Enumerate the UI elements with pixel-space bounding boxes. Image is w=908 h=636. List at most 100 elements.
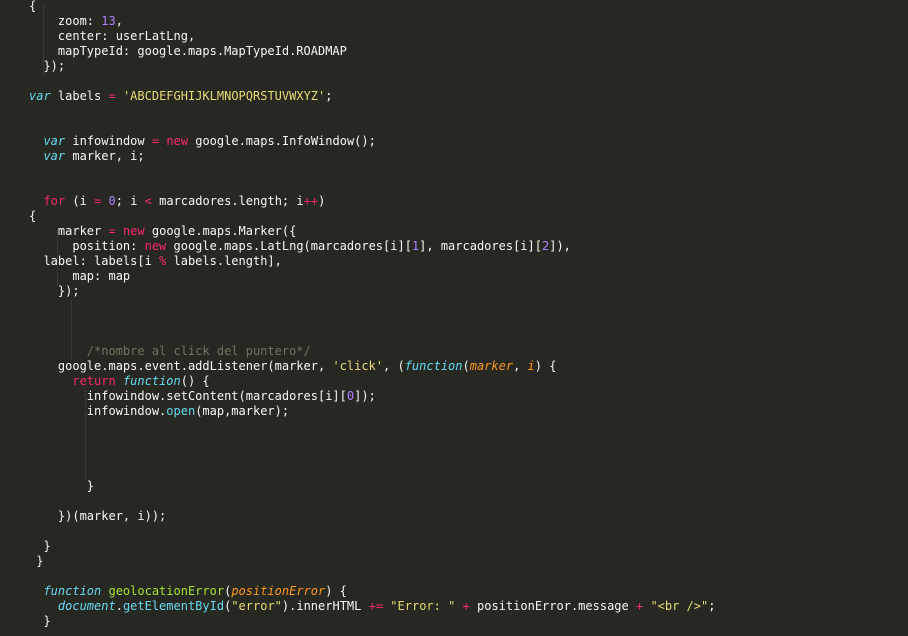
code-token: positionError.message xyxy=(469,599,636,613)
code-token: var xyxy=(43,149,66,163)
code-token: getElementById xyxy=(122,599,225,613)
code-token: } xyxy=(29,479,95,493)
code-token: ; i xyxy=(115,194,145,208)
code-token: ) xyxy=(318,194,326,208)
code-token: , xyxy=(115,14,123,28)
code-token: i xyxy=(527,359,535,373)
code-token: function xyxy=(122,374,181,388)
code-line[interactable]: } xyxy=(29,539,51,554)
code-line[interactable]: { xyxy=(29,0,36,14)
code-token: new xyxy=(166,134,188,148)
code-line[interactable]: center: userLatLng, xyxy=(29,29,195,44)
code-token: += xyxy=(368,599,384,613)
code-token: = xyxy=(108,224,116,238)
code-token: google.maps.Marker({ xyxy=(144,224,297,238)
code-token: (map,marker); xyxy=(195,404,290,418)
code-line[interactable]: for (i = 0; i < marcadores.length; i++) xyxy=(29,194,325,209)
code-token: return xyxy=(72,374,116,388)
code-token: + xyxy=(462,599,470,613)
code-token: marker xyxy=(29,224,109,238)
code-token: , xyxy=(513,359,528,373)
code-token: function xyxy=(404,359,463,373)
code-token: }); xyxy=(29,284,80,298)
code-token: "<br />" xyxy=(650,599,709,613)
code-token: (i xyxy=(65,194,95,208)
code-token: position: xyxy=(29,239,145,253)
code-token: ; xyxy=(708,599,716,613)
code-token: ) { xyxy=(534,359,557,373)
code-token: }); xyxy=(29,59,66,73)
code-token: ]); xyxy=(354,389,376,403)
code-token: for xyxy=(43,194,66,208)
code-line[interactable]: var infowindow = new google.maps.InfoWin… xyxy=(29,134,376,149)
code-line[interactable]: marker = new google.maps.Marker({ xyxy=(29,224,296,239)
code-token: } xyxy=(29,539,51,553)
code-line[interactable]: })(marker, i)); xyxy=(29,509,166,524)
code-line[interactable]: infowindow.open(map,marker); xyxy=(29,404,289,419)
code-token: positionError xyxy=(231,584,326,598)
code-line[interactable]: document.getElementById("error").innerHT… xyxy=(29,599,716,614)
code-line[interactable]: mapTypeId: google.maps.MapTypeId.ROADMAP xyxy=(29,44,347,59)
code-token: open xyxy=(166,404,196,418)
code-token: } xyxy=(29,614,51,628)
code-token: document xyxy=(57,599,116,613)
code-line[interactable]: infowindow.setContent(marcadores[i][0]); xyxy=(29,389,376,404)
code-token: geolocationError xyxy=(108,584,225,598)
code-token: ]), xyxy=(549,239,571,253)
code-editor[interactable]: { zoom: 13, center: userLatLng, mapTypeI… xyxy=(0,0,908,636)
code-line[interactable]: } xyxy=(29,479,94,494)
code-token: < xyxy=(144,194,152,208)
code-token: } xyxy=(29,554,44,568)
code-token: infowindow.setContent(marcadores[i][ xyxy=(29,389,347,403)
code-token: infowindow. xyxy=(29,404,167,418)
code-line[interactable]: label: labels[i % labels.length], xyxy=(29,254,282,269)
code-line[interactable]: zoom: 13, xyxy=(29,14,123,29)
code-line[interactable]: } xyxy=(29,614,51,629)
code-token: google.maps.LatLng(marcadores[i][ xyxy=(166,239,412,253)
code-token: ; xyxy=(325,89,333,103)
code-token: new xyxy=(122,224,145,238)
code-line[interactable]: map: map xyxy=(29,269,130,284)
code-token: center: userLatLng, xyxy=(29,29,196,43)
code-line[interactable]: { xyxy=(29,209,36,224)
code-token: })(marker, i)); xyxy=(29,509,167,523)
code-token: "error" xyxy=(231,599,282,613)
code-line[interactable]: function geolocationError(positionError)… xyxy=(29,584,346,599)
code-line[interactable]: }); xyxy=(29,59,65,74)
code-line[interactable]: return function() { xyxy=(29,374,210,389)
code-token: function xyxy=(43,584,102,598)
code-line[interactable]: } xyxy=(29,554,43,569)
code-token: () { xyxy=(180,374,210,388)
code-token: google.maps.InfoWindow(); xyxy=(188,134,376,148)
code-token: labels.length], xyxy=(166,254,282,268)
code-token: var xyxy=(43,134,66,148)
code-token: = xyxy=(151,134,160,148)
code-line[interactable]: position: new google.maps.LatLng(marcado… xyxy=(29,239,571,254)
code-line[interactable]: var marker, i; xyxy=(29,149,144,164)
code-token: marker xyxy=(469,359,514,373)
code-line[interactable]: /*nombre al click del puntero*/ xyxy=(29,344,311,359)
code-token: 13 xyxy=(101,14,116,28)
code-token: zoom: xyxy=(29,14,102,28)
code-token: label: labels[i xyxy=(29,254,160,268)
code-token: ( xyxy=(462,359,470,373)
code-token: var xyxy=(29,89,51,103)
code-line[interactable]: var labels = 'ABCDEFGHIJKLMNOPQRSTUVWXYZ… xyxy=(29,89,332,104)
code-line[interactable]: google.maps.event.addListener(marker, 'c… xyxy=(29,359,557,374)
code-token: { xyxy=(29,209,37,223)
code-token: "Error: " xyxy=(390,599,456,613)
code-token: , ( xyxy=(383,359,405,373)
code-line[interactable]: }); xyxy=(29,284,80,299)
code-token: = xyxy=(108,89,116,103)
code-token: mapTypeId: google.maps.MapTypeId.ROADMAP xyxy=(29,44,347,58)
